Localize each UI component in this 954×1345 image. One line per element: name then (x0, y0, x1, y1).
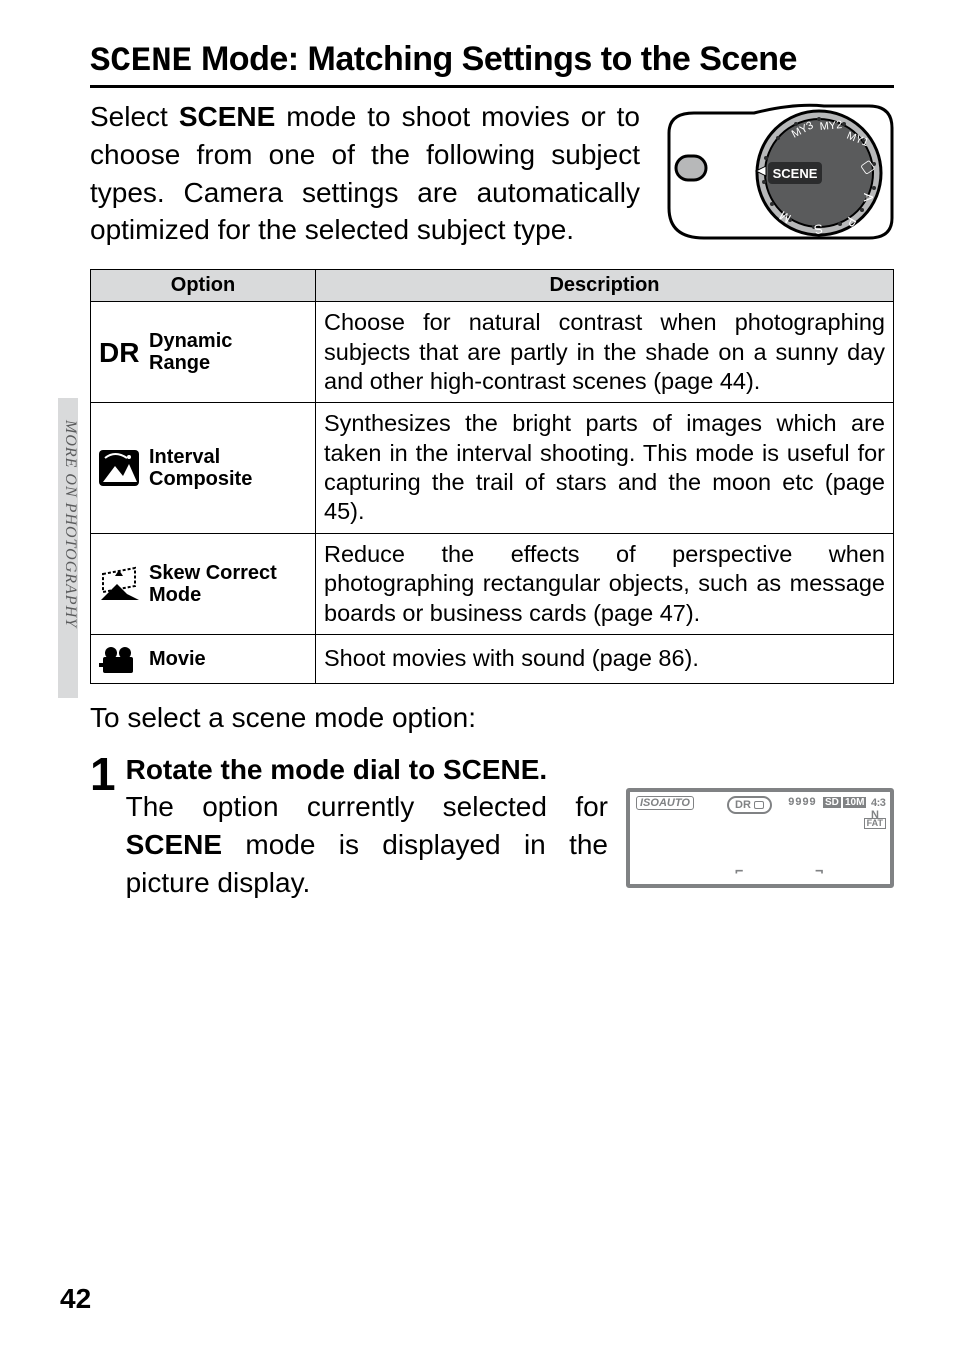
table-row: Skew CorrectMode Reduce the effects of p… (91, 533, 894, 634)
col-option: Option (91, 270, 316, 302)
movie-icon (97, 639, 141, 679)
opt-label: Skew CorrectMode (149, 562, 277, 606)
title-keyword: SCENE (90, 43, 192, 81)
svg-text:A: A (861, 193, 876, 202)
opt-label: DynamicRange (149, 330, 232, 374)
table-row: IntervalComposite Synthesizes the bright… (91, 403, 894, 534)
side-section-label: MORE ON PHOTOGRAPHY (61, 420, 79, 628)
lcd-focus-left: ⌐ (735, 864, 743, 880)
svg-text:MY2: MY2 (819, 119, 843, 133)
picture-display-preview: ISOAUTO DR 9999 SD 10M 4:3 N FAT ⌐ ¬ (626, 788, 894, 888)
step-body: The option currently selected for SCENE … (126, 788, 608, 901)
intro-paragraph: Select SCENE mode to shoot movies or to … (90, 98, 640, 249)
title-text: Mode: Matching Settings to the Scene (192, 40, 797, 78)
opt-desc: Reduce the effects of perspective when p… (316, 533, 894, 634)
opt-desc: Shoot movies with sound (page 86). (316, 634, 894, 683)
table-row: DR DynamicRange Choose for natural contr… (91, 302, 894, 403)
table-row: Movie Shoot movies with sound (page 86). (91, 634, 894, 683)
select-instruction: To select a scene mode option: (90, 702, 894, 734)
dial-scene-text: SCENE (773, 166, 818, 181)
page-title: SCENE Mode: Matching Settings to the Sce… (90, 40, 894, 88)
opt-label: IntervalComposite (149, 446, 252, 490)
step-number: 1 (90, 754, 116, 795)
intro-keyword: SCENE (179, 101, 275, 132)
lcd-fat: FAT (864, 818, 886, 829)
dr-icon: DR (97, 332, 141, 372)
step-heading: Rotate the mode dial to SCENE. (126, 754, 894, 786)
lcd-focus-right: ¬ (815, 864, 823, 880)
svg-text:DR: DR (99, 337, 139, 368)
options-table: Option Description DR DynamicRange Choos (90, 269, 894, 684)
interval-icon (97, 448, 141, 488)
opt-desc: Synthesizes the bright parts of images w… (316, 403, 894, 534)
lcd-count: 9999 (788, 797, 816, 809)
lcd-dr: DR (727, 796, 772, 814)
page-number: 42 (60, 1283, 91, 1315)
lcd-size: 10M (843, 797, 866, 808)
col-description: Description (316, 270, 894, 302)
skew-icon (97, 564, 141, 604)
lcd-iso: ISOAUTO (636, 796, 694, 810)
mode-dial-diagram: SCENE MY3 MY2 MY1 ▢ A P S M (664, 98, 894, 243)
opt-desc: Choose for natural contrast when photogr… (316, 302, 894, 403)
opt-label: Movie (149, 648, 206, 670)
lcd-sd: SD (823, 797, 841, 808)
